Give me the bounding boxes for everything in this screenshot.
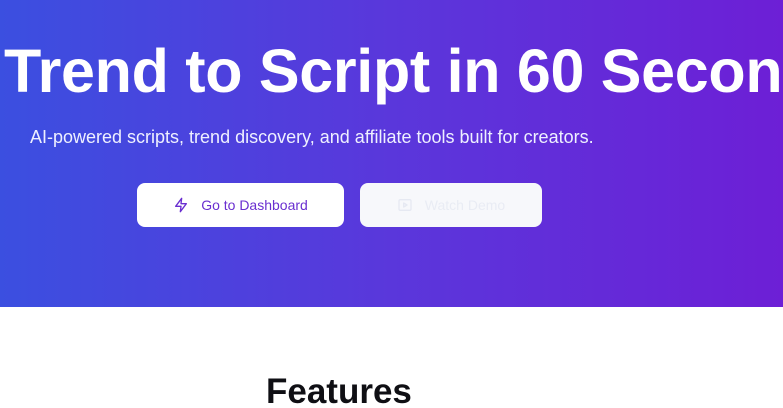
hero-title: Trend to Script in 60 Seconds [4, 37, 783, 105]
watch-demo-button[interactable]: Watch Demo [360, 183, 542, 227]
go-to-dashboard-button[interactable]: Go to Dashboard [137, 183, 344, 227]
go-to-dashboard-label: Go to Dashboard [201, 197, 308, 213]
play-icon [397, 197, 413, 213]
landing-page: Trend to Script in 60 Seconds AI-powered… [0, 0, 783, 408]
features-heading: Features [266, 372, 412, 408]
watch-demo-label: Watch Demo [424, 197, 506, 213]
lightning-icon [173, 197, 189, 213]
hero-subtitle: AI-powered scripts, trend discovery, and… [30, 127, 594, 147]
hero-section: Trend to Script in 60 Seconds AI-powered… [0, 0, 783, 307]
